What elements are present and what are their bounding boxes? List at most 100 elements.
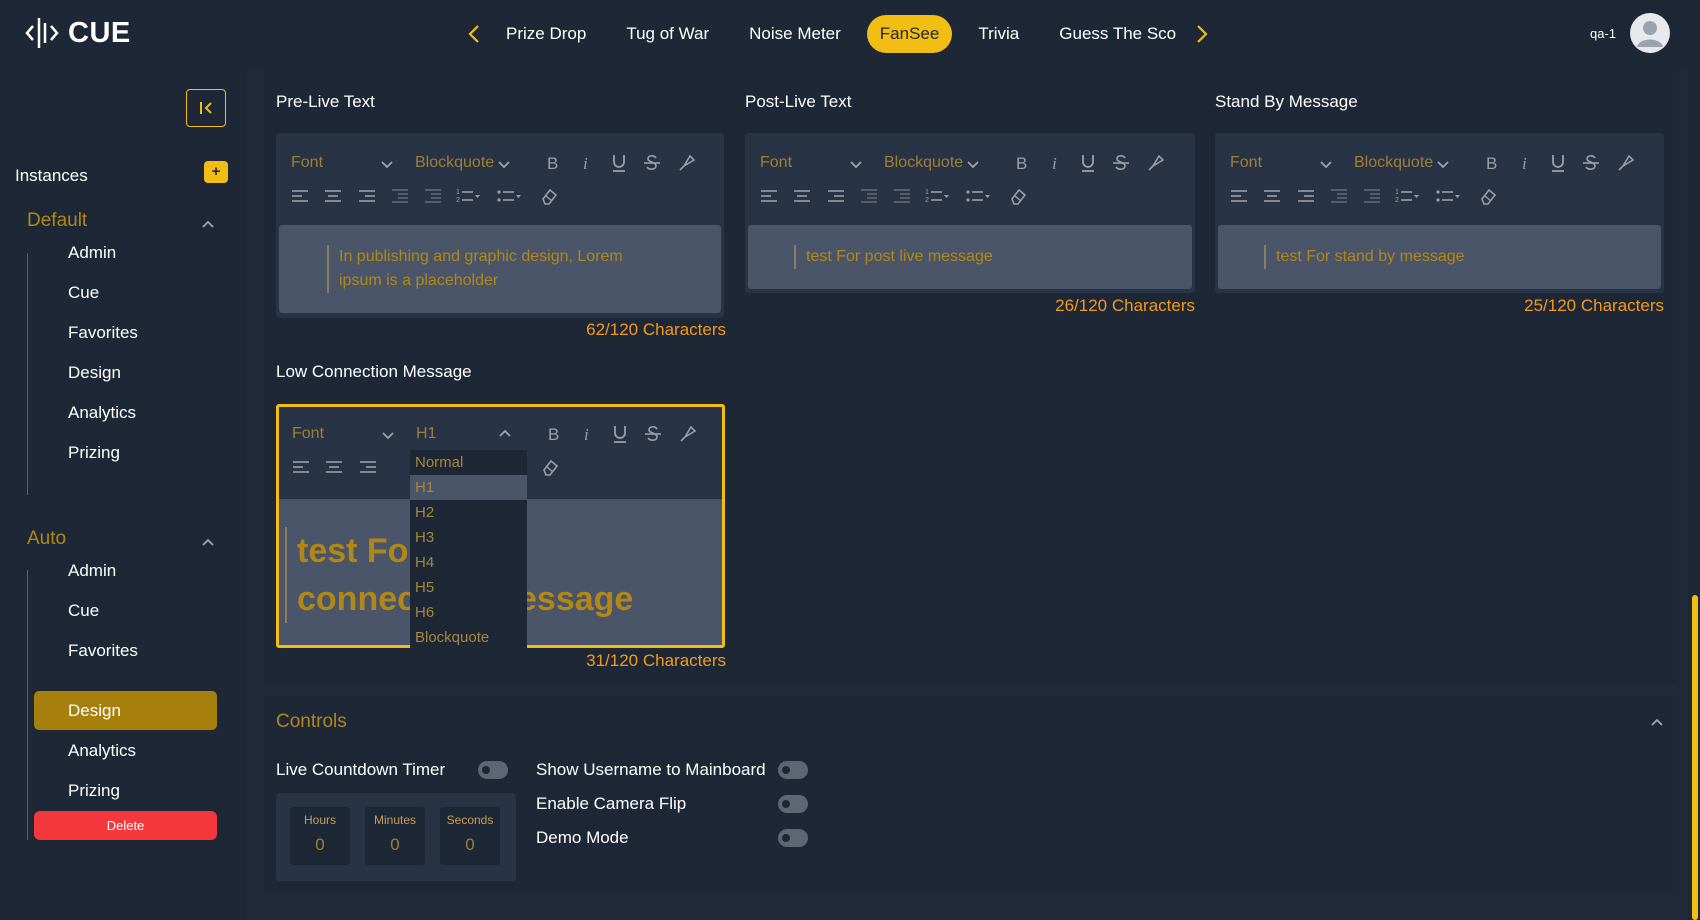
tab-trivia[interactable]: Trivia xyxy=(964,15,1033,53)
scrollbar-thumb[interactable] xyxy=(1692,595,1698,920)
sidebar-item-auto-favorites[interactable]: Favorites xyxy=(34,631,217,670)
chevron-up-icon[interactable] xyxy=(497,425,513,441)
bold-icon[interactable] xyxy=(1011,152,1033,174)
underline-icon[interactable] xyxy=(608,152,630,174)
add-instance-button[interactable]: + xyxy=(204,161,228,183)
format-option-h1[interactable]: H1 xyxy=(410,475,527,500)
bold-icon[interactable] xyxy=(1481,152,1503,174)
collapse-sidebar-button[interactable] xyxy=(186,89,226,127)
tab-fansee[interactable]: FanSee xyxy=(866,15,953,53)
sidebar-item-default-cue[interactable]: Cue xyxy=(34,273,217,312)
chevron-down-icon[interactable] xyxy=(379,157,395,173)
tab-guess-the-score[interactable]: Guess The Sco xyxy=(1045,15,1190,53)
eraser-icon[interactable] xyxy=(1477,185,1499,207)
eraser-icon[interactable] xyxy=(539,456,561,478)
app-logo[interactable]: CUE xyxy=(24,14,131,52)
font-select[interactable]: Font xyxy=(292,425,324,443)
align-left-icon[interactable] xyxy=(1228,185,1250,207)
tab-tug-of-war[interactable]: Tug of War xyxy=(612,15,723,53)
sidebar-item-default-admin[interactable]: Admin xyxy=(34,233,217,272)
align-right-icon[interactable] xyxy=(357,456,379,478)
outdent-icon[interactable] xyxy=(389,185,411,207)
align-right-icon[interactable] xyxy=(825,185,847,207)
show-username-toggle[interactable] xyxy=(778,761,808,779)
format-option-h3[interactable]: H3 xyxy=(410,525,527,550)
format-option-h2[interactable]: H2 xyxy=(410,500,527,525)
bold-icon[interactable] xyxy=(543,423,565,445)
underline-icon[interactable] xyxy=(1547,152,1569,174)
stand-by-content[interactable]: test For stand by message xyxy=(1218,225,1661,289)
brush-icon[interactable] xyxy=(1615,152,1637,174)
chevron-up-icon[interactable] xyxy=(1649,714,1665,730)
chevron-down-icon[interactable] xyxy=(496,157,512,173)
bullet-list-icon[interactable] xyxy=(965,185,991,207)
chevron-down-icon[interactable] xyxy=(848,157,864,173)
underline-icon[interactable] xyxy=(609,423,631,445)
brush-icon[interactable] xyxy=(677,423,699,445)
underline-icon[interactable] xyxy=(1077,152,1099,174)
italic-icon[interactable] xyxy=(1044,152,1066,174)
chevron-down-icon[interactable] xyxy=(380,428,396,444)
italic-icon[interactable] xyxy=(576,423,598,445)
demo-mode-toggle[interactable] xyxy=(778,829,808,847)
indent-icon[interactable] xyxy=(891,185,913,207)
minutes-field[interactable]: Minutes 0 xyxy=(365,807,425,865)
format-select[interactable]: H1 xyxy=(416,425,436,443)
strikethrough-icon[interactable] xyxy=(641,152,663,174)
sidebar-item-default-prizing[interactable]: Prizing xyxy=(34,433,217,472)
ordered-list-icon[interactable] xyxy=(924,185,950,207)
format-option-h4[interactable]: H4 xyxy=(410,550,527,575)
group-auto-title[interactable]: Auto xyxy=(27,528,66,550)
tab-noise-meter[interactable]: Noise Meter xyxy=(735,15,855,53)
font-select[interactable]: Font xyxy=(291,154,323,172)
pre-live-content[interactable]: In publishing and graphic design, Lorem … xyxy=(279,225,721,313)
italic-icon[interactable] xyxy=(575,152,597,174)
brush-icon[interactable] xyxy=(676,152,698,174)
format-option-blockquote[interactable]: Blockquote xyxy=(410,625,527,650)
strikethrough-icon[interactable] xyxy=(1580,152,1602,174)
italic-icon[interactable] xyxy=(1514,152,1536,174)
format-option-h5[interactable]: H5 xyxy=(410,575,527,600)
format-option-normal[interactable]: Normal xyxy=(410,450,527,475)
ordered-list-icon[interactable] xyxy=(455,185,481,207)
chevron-down-icon[interactable] xyxy=(1435,157,1451,173)
align-center-icon[interactable] xyxy=(323,456,345,478)
strikethrough-icon[interactable] xyxy=(642,423,664,445)
indent-icon[interactable] xyxy=(422,185,444,207)
align-left-icon[interactable] xyxy=(290,456,312,478)
camera-flip-toggle[interactable] xyxy=(778,795,808,813)
font-select[interactable]: Font xyxy=(760,154,792,172)
delete-instance-button[interactable]: Delete xyxy=(34,811,217,840)
ordered-list-icon[interactable] xyxy=(1394,185,1420,207)
align-left-icon[interactable] xyxy=(289,185,311,207)
format-select[interactable]: Blockquote xyxy=(1354,154,1433,172)
seconds-field[interactable]: Seconds 0 xyxy=(440,807,500,865)
sidebar-item-default-design[interactable]: Design xyxy=(34,353,217,392)
format-option-h6[interactable]: H6 xyxy=(410,600,527,625)
format-select[interactable]: Blockquote xyxy=(415,154,494,172)
outdent-icon[interactable] xyxy=(1328,185,1350,207)
sidebar-item-auto-analytics[interactable]: Analytics xyxy=(34,731,217,770)
tab-prize-drop[interactable]: Prize Drop xyxy=(492,15,600,53)
sidebar-item-auto-prizing[interactable]: Prizing xyxy=(34,771,217,810)
sidebar-item-default-analytics[interactable]: Analytics xyxy=(34,393,217,432)
chevron-up-icon[interactable] xyxy=(200,534,216,550)
eraser-icon[interactable] xyxy=(1007,185,1029,207)
align-center-icon[interactable] xyxy=(322,185,344,207)
align-right-icon[interactable] xyxy=(1295,185,1317,207)
sidebar-item-auto-design[interactable]: Design xyxy=(34,691,217,730)
align-center-icon[interactable] xyxy=(1261,185,1283,207)
indent-icon[interactable] xyxy=(1361,185,1383,207)
chevron-down-icon[interactable] xyxy=(965,157,981,173)
align-right-icon[interactable] xyxy=(356,185,378,207)
format-select[interactable]: Blockquote xyxy=(884,154,963,172)
nav-next-button[interactable] xyxy=(1190,15,1214,53)
live-countdown-toggle[interactable] xyxy=(478,761,508,779)
nav-prev-button[interactable] xyxy=(462,15,486,53)
align-left-icon[interactable] xyxy=(758,185,780,207)
group-default-title[interactable]: Default xyxy=(27,210,87,232)
font-select[interactable]: Font xyxy=(1230,154,1262,172)
user-menu[interactable]: qa-1 xyxy=(1590,13,1670,53)
strikethrough-icon[interactable] xyxy=(1110,152,1132,174)
sidebar-item-default-favorites[interactable]: Favorites xyxy=(34,313,217,352)
